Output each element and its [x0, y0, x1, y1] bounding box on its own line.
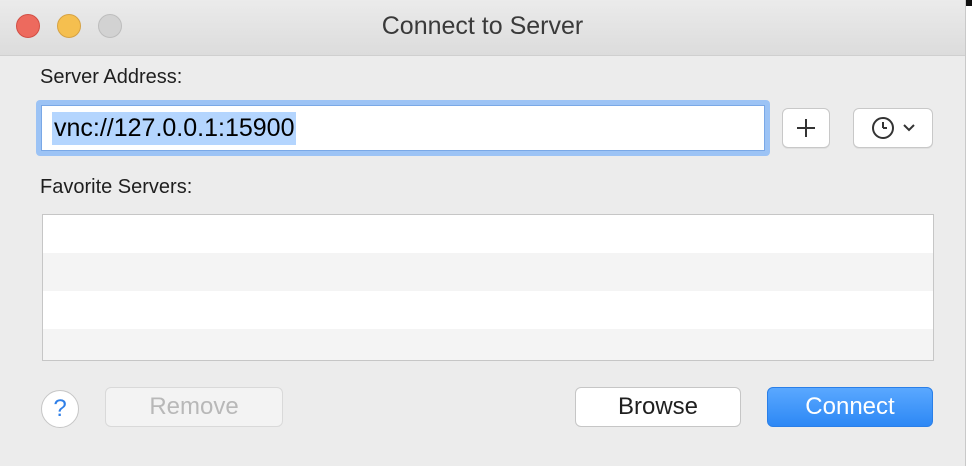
clock-icon	[872, 117, 894, 139]
browse-button[interactable]: Browse	[575, 387, 741, 427]
server-address-focus-ring: vnc://127.0.0.1:15900	[36, 100, 770, 156]
help-button[interactable]: ?	[41, 390, 79, 428]
chevron-down-icon	[903, 124, 915, 132]
favorite-servers-label: Favorite Servers:	[40, 176, 193, 198]
list-item[interactable]	[43, 215, 933, 253]
title-bar: Connect to Server	[0, 0, 965, 56]
remove-button[interactable]: Remove	[105, 387, 283, 427]
plus-icon	[797, 119, 815, 137]
list-item[interactable]	[43, 329, 933, 360]
favorite-servers-list[interactable]	[42, 214, 934, 361]
add-favorite-button[interactable]	[782, 108, 830, 148]
connect-to-server-dialog: Connect to Server Server Address: vnc://…	[0, 0, 966, 466]
list-item[interactable]	[43, 291, 933, 329]
list-item[interactable]	[43, 253, 933, 291]
recent-servers-button[interactable]	[853, 108, 933, 148]
server-address-field[interactable]: vnc://127.0.0.1:15900	[41, 105, 765, 151]
server-address-value: vnc://127.0.0.1:15900	[52, 111, 297, 145]
server-address-label: Server Address:	[40, 66, 183, 88]
window-title: Connect to Server	[381, 12, 584, 40]
connect-button[interactable]: Connect	[767, 387, 933, 427]
